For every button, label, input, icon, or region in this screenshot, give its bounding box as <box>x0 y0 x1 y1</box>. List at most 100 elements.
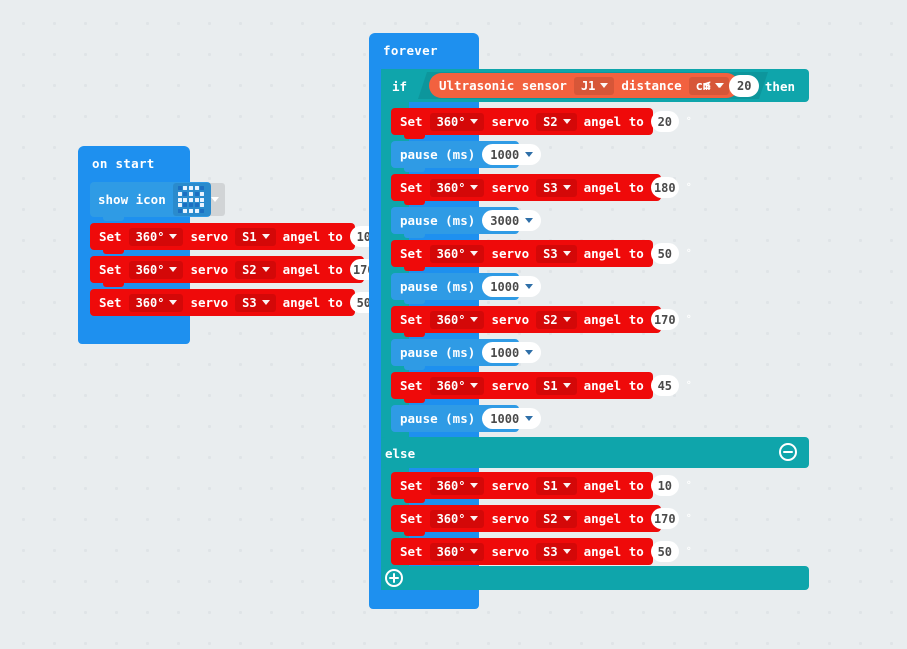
pause-block[interactable]: pause (ms) 1000 <box>391 405 542 432</box>
chevron-down-icon <box>562 483 571 488</box>
set-label: Set <box>99 295 122 310</box>
angle-label: angel to <box>583 544 644 559</box>
set-label: Set <box>99 262 122 277</box>
set-servo-block[interactable]: Set 360° servo S3 angel to 50 ° <box>90 289 391 316</box>
pause-value-dropdown[interactable]: 3000 <box>482 210 542 231</box>
led-pixel <box>200 203 205 208</box>
pause-value-dropdown[interactable]: 1000 <box>482 408 542 429</box>
servo-port-dropdown[interactable]: S3 <box>235 293 276 312</box>
servo-label: servo <box>491 478 530 493</box>
servo-port-dropdown[interactable]: S2 <box>536 310 577 329</box>
set-servo-block[interactable]: Set 360° servo S2 angel to 170 ° <box>391 505 692 536</box>
angle-value-input[interactable]: 180 <box>650 177 679 198</box>
set-servo-block[interactable]: Set 360° servo S1 angel to 10 ° <box>391 472 692 503</box>
else-header[interactable]: else <box>381 437 809 468</box>
chevron-down-icon <box>562 119 571 124</box>
ultrasonic-sensor-reporter[interactable]: Ultrasonic sensor J1 distance cm <box>429 73 740 98</box>
degree-dropdown[interactable]: 360° <box>429 112 485 131</box>
degree-dropdown[interactable]: 360° <box>128 227 184 246</box>
set-servo-block[interactable]: Set 360° servo S1 angel to 45 ° <box>391 372 692 403</box>
servo-label: servo <box>491 312 530 327</box>
set-servo-block[interactable]: Set 360° servo S3 angel to 180 ° <box>391 174 692 205</box>
pause-block[interactable]: pause (ms) 3000 <box>391 207 542 238</box>
servo-port-dropdown[interactable]: S1 <box>536 476 577 495</box>
angle-value-input[interactable]: 50 <box>650 243 679 264</box>
servo-port-dropdown[interactable]: S3 <box>536 542 577 561</box>
pause-label: pause (ms) <box>400 279 476 294</box>
show-icon-block[interactable]: show icon <box>90 182 226 221</box>
degree-symbol: ° <box>685 116 692 127</box>
pause-value-dropdown[interactable]: 1000 <box>482 276 542 297</box>
minus-circle-icon[interactable] <box>779 443 797 461</box>
degree-symbol: ° <box>685 182 692 193</box>
degree-dropdown[interactable]: 360° <box>128 293 184 312</box>
degree-symbol: ° <box>685 314 692 325</box>
led-pixel <box>183 203 188 208</box>
ultrasonic-sensor-label: Ultrasonic sensor <box>439 78 567 93</box>
comparison-operator-dropdown[interactable]: ≤ <box>696 76 730 95</box>
set-servo-block[interactable]: Set 360° servo S2 angel to 170 ° <box>90 256 391 287</box>
set-label: Set <box>400 246 423 261</box>
chevron-down-icon <box>261 300 270 305</box>
servo-port-dropdown[interactable]: S2 <box>536 509 577 528</box>
led-pattern-field[interactable] <box>172 183 226 216</box>
degree-symbol: ° <box>685 380 692 391</box>
chevron-down-icon <box>525 350 534 355</box>
servo-port-dropdown[interactable]: S3 <box>536 244 577 263</box>
degree-dropdown[interactable]: 360° <box>128 260 184 279</box>
degree-dropdown[interactable]: 360° <box>429 244 485 263</box>
servo-port-dropdown[interactable]: S1 <box>235 227 276 246</box>
servo-port-dropdown[interactable]: S1 <box>536 376 577 395</box>
set-servo-block[interactable]: Set 360° servo S1 angel to 10 ° <box>90 223 391 254</box>
sensor-port-dropdown[interactable]: J1 <box>573 76 615 95</box>
degree-dropdown[interactable]: 360° <box>429 178 485 197</box>
servo-label: servo <box>491 246 530 261</box>
chevron-down-icon <box>562 383 571 388</box>
led-pixel <box>188 186 193 191</box>
led-pixel <box>177 208 182 213</box>
angle-value-input[interactable]: 20 <box>650 111 679 132</box>
angle-value-input[interactable]: 170 <box>650 309 679 330</box>
if-else-footer[interactable] <box>381 566 809 590</box>
chevron-down-icon <box>470 383 479 388</box>
pause-value-dropdown[interactable]: 1000 <box>482 144 542 165</box>
degree-dropdown[interactable]: 360° <box>429 542 485 561</box>
plus-circle-icon[interactable] <box>385 569 403 587</box>
degree-dropdown[interactable]: 360° <box>429 509 485 528</box>
angle-label: angel to <box>583 246 644 261</box>
angle-label: angel to <box>583 478 644 493</box>
pause-block[interactable]: pause (ms) 1000 <box>391 141 542 172</box>
angle-label: angel to <box>583 114 644 129</box>
compare-value-input[interactable]: 20 <box>729 75 760 97</box>
pause-value-dropdown[interactable]: 1000 <box>482 342 542 363</box>
chevron-down-icon <box>470 251 479 256</box>
angle-value-input[interactable]: 50 <box>650 541 679 562</box>
led-face-icon <box>177 186 205 213</box>
degree-dropdown[interactable]: 360° <box>429 310 485 329</box>
angle-value-input[interactable]: 10 <box>650 475 679 496</box>
led-pixel <box>188 208 193 213</box>
set-servo-block[interactable]: Set 360° servo S2 angel to 20 ° <box>391 108 692 139</box>
blocks-workspace[interactable]: on start show icon Set 360° servo S1 ang… <box>0 0 907 649</box>
set-servo-block[interactable]: Set 360° servo S2 angel to 170 ° <box>391 306 692 337</box>
angle-value-input[interactable]: 170 <box>650 508 679 529</box>
pause-block[interactable]: pause (ms) 1000 <box>391 273 542 304</box>
forever-label: forever <box>383 43 438 58</box>
servo-port-dropdown[interactable]: S3 <box>536 178 577 197</box>
led-pixel <box>200 197 205 202</box>
servo-port-dropdown[interactable]: S2 <box>536 112 577 131</box>
degree-dropdown[interactable]: 360° <box>429 376 485 395</box>
set-servo-block[interactable]: Set 360° servo S3 angel to 50 ° <box>391 240 692 271</box>
pause-block[interactable]: pause (ms) 1000 <box>391 339 542 370</box>
led-pixel <box>194 203 199 208</box>
chevron-down-icon <box>562 251 571 256</box>
servo-port-dropdown[interactable]: S2 <box>235 260 276 279</box>
set-servo-block[interactable]: Set 360° servo S3 angel to 50 ° <box>391 538 692 565</box>
angle-value-input[interactable]: 45 <box>650 375 679 396</box>
chevron-down-icon <box>525 284 534 289</box>
chevron-down-icon <box>261 267 270 272</box>
set-label: Set <box>400 378 423 393</box>
degree-symbol: ° <box>685 513 692 524</box>
chevron-down-icon <box>169 300 178 305</box>
degree-dropdown[interactable]: 360° <box>429 476 485 495</box>
